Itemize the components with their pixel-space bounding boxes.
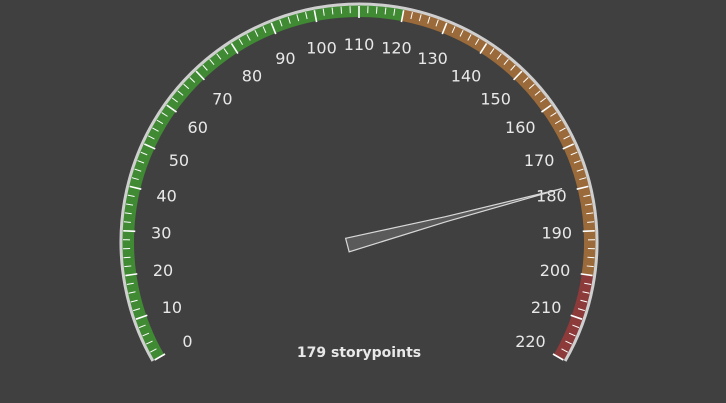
tick-label-160: 160: [505, 118, 536, 137]
ticks: [123, 6, 595, 361]
tick-label-70: 70: [212, 90, 232, 109]
color-bands: [122, 5, 596, 361]
tick-label-140: 140: [451, 66, 482, 85]
tick-label-50: 50: [169, 151, 189, 170]
tick-label-200: 200: [540, 261, 571, 280]
gauge-needle: [344, 188, 563, 253]
tick-label-170: 170: [524, 151, 555, 170]
minor-tick: [123, 221, 131, 223]
major-tick: [582, 229, 595, 233]
tick-label-10: 10: [162, 298, 182, 317]
tick-label-110: 110: [344, 35, 375, 54]
tick-label-100: 100: [306, 39, 337, 58]
minor-tick: [375, 6, 378, 14]
tick-label-130: 130: [417, 49, 448, 68]
tick-label-220: 220: [515, 332, 546, 351]
tick-label-80: 80: [242, 66, 262, 85]
value-readout: 179 storypoints: [297, 345, 421, 361]
tick-label-90: 90: [275, 49, 295, 68]
minor-tick: [340, 6, 343, 14]
gauge-svg: 010 20 30 40 50 6070 80 90 100 110 120 130140 150 160…: [119, 2, 599, 362]
gauge-chart: 0 10 20 30 40 50 60 70 80 90 100 110 120 130 140 150 160…: [0, 0, 726, 403]
tick-label-150: 150: [480, 90, 511, 109]
minor-tick: [587, 221, 595, 223]
tick-label-40: 40: [156, 186, 176, 205]
tick-label-60: 60: [188, 118, 208, 137]
tick-label-30: 30: [151, 224, 171, 243]
tick-label-210: 210: [531, 298, 562, 317]
tick-label-20: 20: [153, 261, 173, 280]
gauge-rim: [119, 2, 599, 362]
major-tick: [123, 229, 136, 233]
tick-label-190: 190: [542, 224, 573, 243]
tick-label-120: 120: [381, 39, 412, 58]
tick-labels: 010 20 30 40 50 6070 80 90 100 110 120 130140 150 160…: [151, 35, 572, 351]
tick-label-0: 0: [182, 332, 192, 351]
